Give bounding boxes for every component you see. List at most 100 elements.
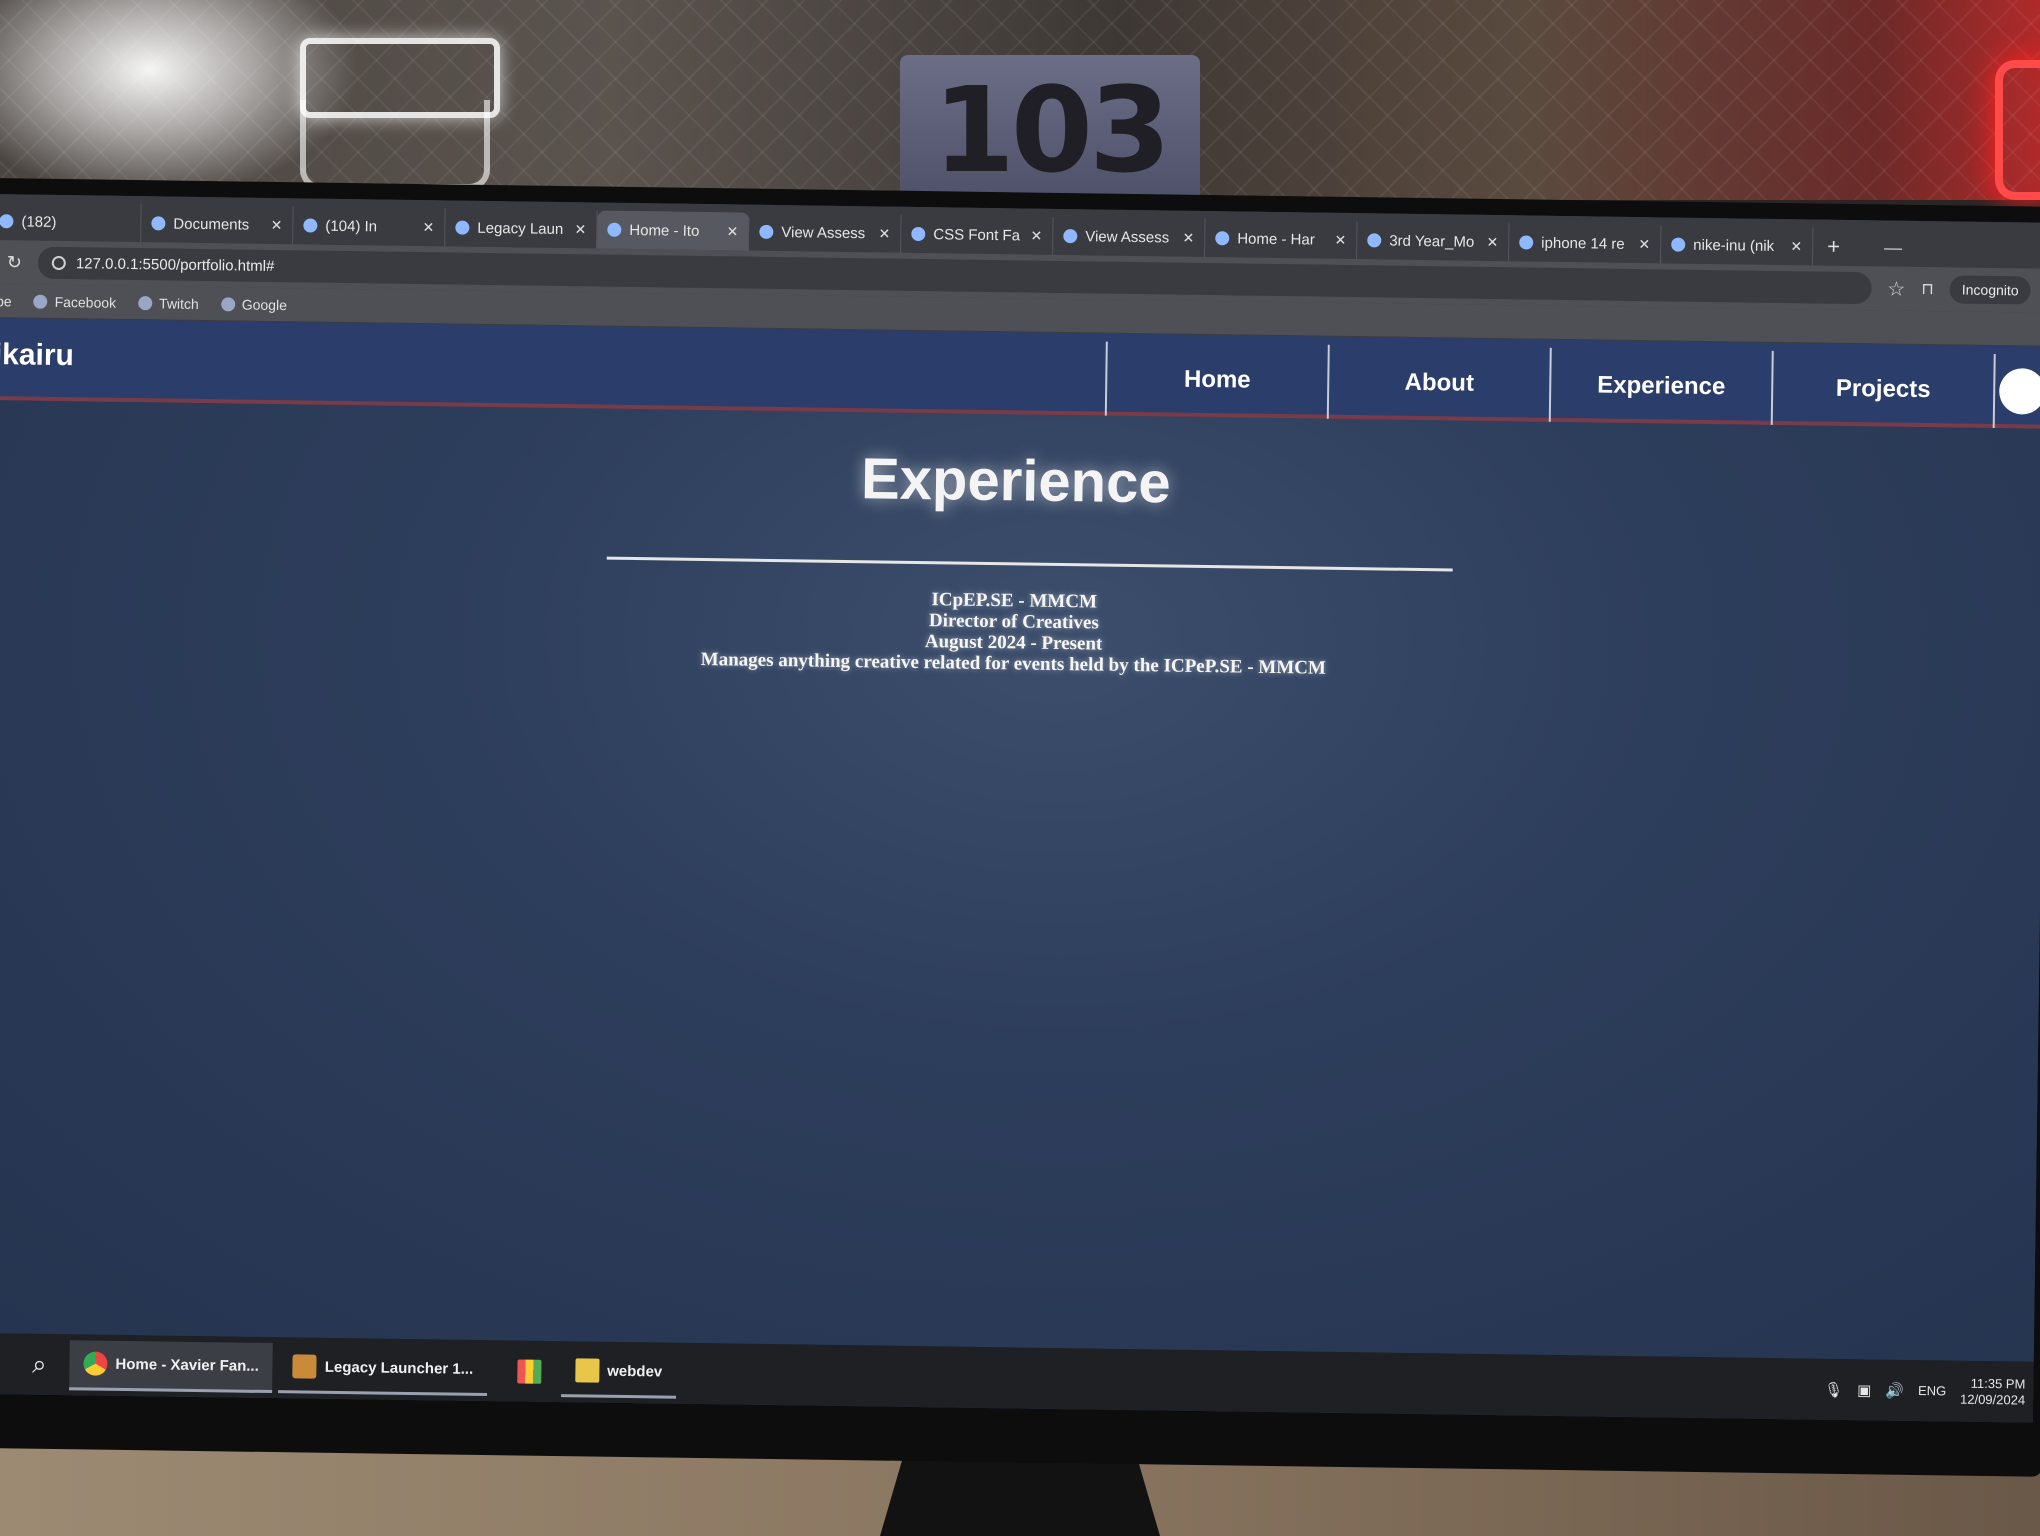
twitch-icon — [138, 295, 153, 310]
tab-favicon-icon — [1063, 228, 1078, 244]
search-icon[interactable]: ⌕ — [9, 1333, 70, 1395]
bookmark-label: Google — [241, 296, 288, 313]
nav-home[interactable]: Home — [1104, 341, 1328, 419]
tab-title: Home - Ito — [629, 221, 700, 240]
browser-tab[interactable]: Home - Har ✕ — [1205, 218, 1358, 260]
tab-favicon-icon — [607, 222, 622, 237]
tab-title: Home - Har — [1237, 229, 1315, 249]
browser-tab-active[interactable]: Home - Ito ✕ — [597, 210, 750, 251]
tab-title: (104) In — [325, 217, 378, 235]
tab-close-icon[interactable]: ✕ — [1638, 236, 1650, 253]
tab-favicon-icon — [1519, 235, 1534, 250]
bookmark-label: Facebook — [54, 293, 117, 311]
bookmark-item[interactable]: Twitch — [138, 294, 199, 312]
profile-chip[interactable]: Incognito — [1949, 275, 2031, 305]
browser-tab[interactable]: Legacy Laun ✕ — [445, 208, 598, 249]
tab-close-icon[interactable]: ✕ — [878, 225, 890, 242]
tab-favicon-icon — [911, 226, 926, 242]
bookmark-star-icon[interactable]: ☆ — [1887, 276, 1905, 301]
web-page: nikairu Home About Experience Projects E… — [0, 317, 2040, 1362]
extensions-icon[interactable]: ⊓ — [1921, 279, 1934, 299]
browser-tab[interactable]: View Assess ✕ — [749, 212, 902, 253]
system-tray: 🎙 ▣ 🔊 ENG 11:35 PM 12/09/2024 — [1824, 1359, 2026, 1423]
red-neon-light — [1995, 60, 2040, 200]
nav-links: Home About Experience Projects — [1104, 341, 2014, 429]
browser-tab[interactable]: (182) — [0, 201, 142, 243]
tab-close-icon[interactable]: ✕ — [423, 219, 435, 236]
browser-tab[interactable]: 3rd Year_Mo ✕ — [1357, 221, 1510, 262]
screen: (182) Documents ✕ (104) In ✕ Legacy Laun ✕ … — [0, 193, 2040, 1423]
bookmark-item[interactable]: ube — [0, 292, 12, 308]
tab-title: CSS Font Fa — [933, 225, 1021, 244]
browser-tab[interactable]: iphone 14 re ✕ — [1508, 223, 1662, 264]
tab-title: iphone 14 re — [1541, 234, 1625, 253]
tab-close-icon[interactable]: ✕ — [1182, 229, 1194, 246]
tab-favicon-icon — [303, 218, 318, 233]
browser-tab[interactable]: View Assess ✕ — [1053, 216, 1206, 257]
chrome-icon — [83, 1351, 108, 1376]
tab-title: View Assess — [781, 223, 866, 242]
tab-close-icon[interactable]: ✕ — [1334, 231, 1346, 248]
avatar[interactable] — [1998, 368, 2040, 415]
tab-favicon-icon — [1367, 233, 1382, 248]
reload-icon[interactable]: ↻ — [7, 252, 22, 273]
section-divider — [606, 556, 1453, 572]
taskbar-app-archive[interactable] — [493, 1346, 556, 1397]
tab-title: (182) — [21, 212, 57, 231]
taskbar-app-legacy-launcher[interactable]: Legacy Launcher 1... — [278, 1342, 488, 1396]
tab-favicon-icon — [0, 214, 14, 229]
tab-close-icon[interactable]: ✕ — [1030, 227, 1042, 244]
language-indicator[interactable]: ENG — [1918, 1383, 1946, 1398]
browser-tab[interactable]: (104) In ✕ — [293, 206, 446, 247]
nav-experience[interactable]: Experience — [1548, 347, 1772, 425]
tab-favicon-icon — [1671, 237, 1686, 252]
tab-close-icon[interactable]: ✕ — [574, 221, 587, 238]
tab-close-icon[interactable]: ✕ — [1486, 233, 1498, 250]
tab-title: nike-inu (nik — [1693, 236, 1775, 255]
minimize-button[interactable]: — — [1854, 228, 1933, 267]
tab-favicon-icon — [1215, 231, 1230, 246]
browser-tab[interactable]: nike-inu (nik ✕ — [1660, 225, 1814, 266]
clock[interactable]: 11:35 PM 12/09/2024 — [1960, 1375, 2026, 1408]
folder-icon — [575, 1358, 600, 1383]
experience-entry: ICpEP.SE - MMCM Director of Creatives Au… — [0, 576, 2040, 689]
section-title: Experience — [860, 446, 1172, 516]
nav-projects[interactable]: Projects — [1770, 350, 1994, 428]
photo-scene: 103 (182) Documents ✕ (104) In ✕ Legacy La… — [0, 0, 2040, 1536]
tab-favicon-icon — [759, 224, 774, 239]
bookmark-item[interactable]: Google — [220, 296, 288, 313]
tab-favicon-icon — [151, 216, 166, 231]
tab-close-icon[interactable]: ✕ — [271, 216, 283, 233]
new-tab-button[interactable]: + — [1813, 227, 1854, 266]
site-logo[interactable]: nikairu — [0, 338, 74, 373]
tab-favicon-icon — [455, 220, 470, 235]
archive-icon — [517, 1358, 542, 1384]
site-info-icon[interactable] — [51, 255, 67, 271]
tab-title: Documents — [173, 215, 250, 234]
profile-label: Incognito — [1961, 281, 2019, 299]
tab-title: View Assess — [1085, 227, 1170, 246]
volume-icon[interactable]: 🔊 — [1885, 1381, 1904, 1399]
tab-close-icon[interactable]: ✕ — [1790, 238, 1802, 255]
launcher-icon — [292, 1354, 317, 1379]
google-icon — [220, 296, 235, 311]
browser-tab[interactable]: CSS Font Fa ✕ — [901, 214, 1054, 255]
bookmark-label: ube — [0, 292, 12, 309]
taskbar-app-label: webdev — [607, 1362, 663, 1381]
nav-about[interactable]: About — [1326, 344, 1550, 422]
taskbar-app-label: Legacy Launcher 1... — [324, 1358, 474, 1378]
taskbar-app-webdev[interactable]: webdev — [560, 1346, 677, 1399]
room-number-plate: 103 — [900, 55, 1200, 205]
taskbar-app-chrome[interactable]: Home - Xavier Fan... — [69, 1339, 274, 1393]
tab-close-icon[interactable]: ✕ — [726, 223, 738, 240]
tab-title: Legacy Laun — [477, 219, 564, 238]
browser-tab[interactable]: Documents ✕ — [141, 204, 294, 245]
monitor: (182) Documents ✕ (104) In ✕ Legacy Laun ✕ … — [0, 178, 2040, 1477]
room-number: 103 — [932, 61, 1171, 199]
bookmark-item[interactable]: Facebook — [33, 293, 117, 311]
network-icon[interactable]: ▣ — [1857, 1381, 1871, 1399]
bookmark-label: Twitch — [159, 294, 199, 312]
neon-sign-lower — [300, 100, 490, 190]
facebook-icon — [33, 294, 48, 309]
microphone-icon[interactable]: 🎙 — [1824, 1380, 1843, 1398]
